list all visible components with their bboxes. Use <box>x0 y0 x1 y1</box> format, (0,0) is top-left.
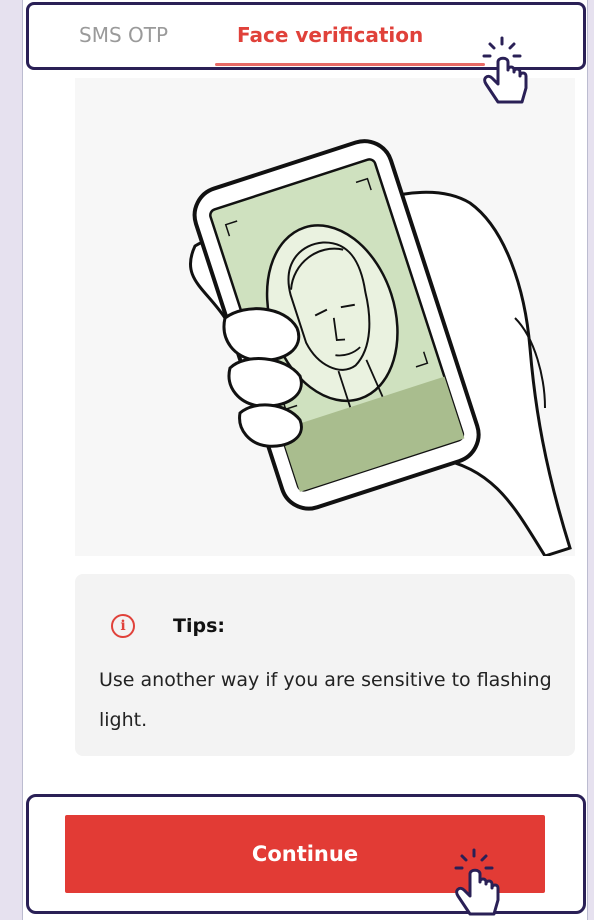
hand-phone-illustration <box>188 139 572 558</box>
tips-title: Tips: <box>173 615 225 637</box>
phone-screen: i Tips: Use another way if you are sensi… <box>22 0 588 920</box>
info-icon: i <box>111 614 135 638</box>
tips-header: i Tips: <box>111 614 225 638</box>
tab-face-verification[interactable]: Face verification <box>237 23 423 47</box>
pointer-hand-icon <box>454 848 500 916</box>
face-verification-illustration <box>75 78 575 558</box>
tips-panel: i Tips: Use another way if you are sensi… <box>75 574 575 756</box>
tips-body: Use another way if you are sensitive to … <box>99 669 552 731</box>
pointer-hand-icon <box>482 36 528 104</box>
tab-sms-otp[interactable]: SMS OTP <box>79 23 168 47</box>
active-tab-indicator <box>215 63 485 66</box>
fingers <box>222 307 303 448</box>
